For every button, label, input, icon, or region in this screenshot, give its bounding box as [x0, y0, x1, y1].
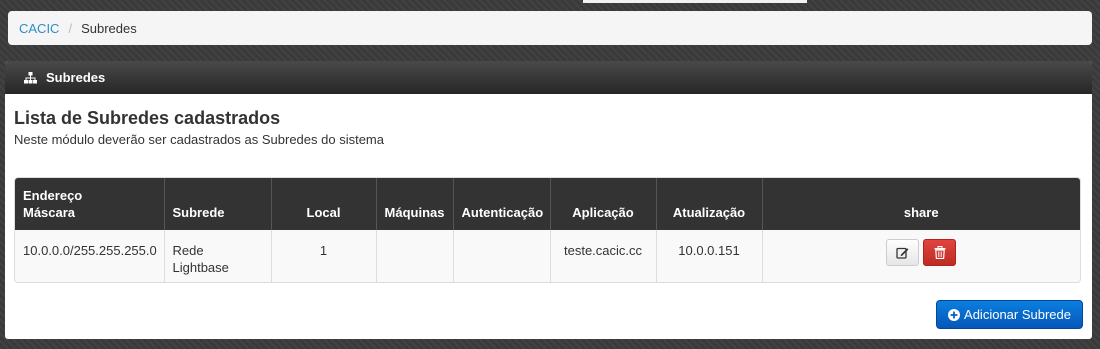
cell-endereco: 10.0.0.0/255.255.255.0 [15, 230, 165, 282]
sitemap-icon [24, 71, 37, 83]
cell-aplicacao: teste.cacic.cc [550, 230, 657, 282]
table-row: 10.0.0.0/255.255.255.0 Rede Lightbase 1 … [15, 230, 1080, 282]
table-header-row: Endereço Máscara Subrede Local Máquinas … [15, 178, 1080, 230]
edit-button[interactable] [886, 239, 920, 266]
panel-header: Subredes [5, 61, 1092, 94]
trash-icon [934, 246, 946, 259]
subredes-table: Endereço Máscara Subrede Local Máquinas … [14, 177, 1081, 283]
breadcrumb-home-link[interactable]: CACIC [19, 21, 59, 36]
subredes-panel: Subredes Lista de Subredes cadastrados N… [5, 61, 1092, 339]
column-header-share: share [762, 178, 1080, 230]
column-header-maquinas[interactable]: Máquinas [376, 178, 454, 230]
edit-icon [896, 247, 909, 259]
column-header-subrede[interactable]: Subrede [164, 178, 272, 230]
panel-header-title: Subredes [46, 70, 106, 85]
breadcrumb-current: Subredes [81, 20, 137, 36]
cell-atualizacao: 10.0.0.151 [656, 230, 763, 282]
page-subtitle: Neste módulo deverão ser cadastrados as … [14, 132, 384, 147]
column-header-local[interactable]: Local [271, 178, 377, 230]
cell-local: 1 [271, 230, 377, 282]
delete-button[interactable] [923, 239, 957, 266]
plus-circle-icon [948, 308, 961, 321]
column-header-atualizacao[interactable]: Atualização [656, 178, 763, 230]
breadcrumb-separator: / [68, 20, 73, 36]
breadcrumb: CACIC / Subredes [8, 11, 1092, 45]
column-header-endereco[interactable]: Endereço Máscara [15, 178, 165, 230]
cell-autenticacao [453, 230, 551, 282]
add-subrede-label: Adicionar Subrede [964, 307, 1071, 322]
column-header-aplicacao[interactable]: Aplicação [550, 178, 657, 230]
cell-share [762, 230, 1080, 282]
column-header-autenticacao[interactable]: Autenticação [453, 178, 551, 230]
page-title: Lista de Subredes cadastrados [14, 108, 281, 128]
cell-subrede: Rede Lightbase [164, 230, 272, 282]
top-nav-strip [583, 0, 807, 3]
cell-maquinas [376, 230, 454, 282]
add-subrede-button[interactable]: Adicionar Subrede [936, 300, 1083, 329]
